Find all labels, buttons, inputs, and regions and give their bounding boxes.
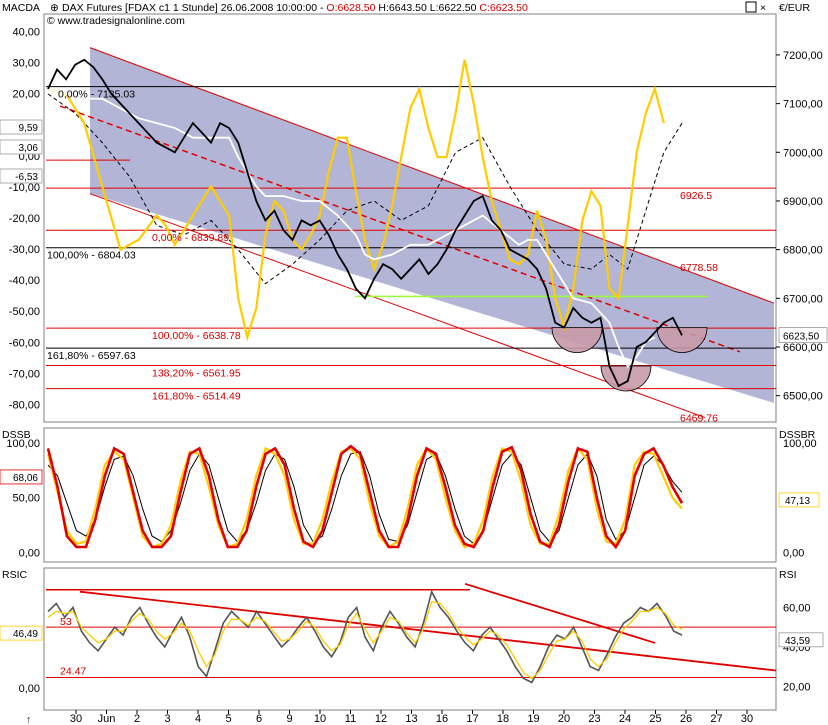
x-tick-label: 18	[497, 713, 509, 725]
fib-label: 100,00% - 6638.78	[152, 330, 241, 342]
left-tick-label: 40,00	[12, 27, 40, 39]
right-tick-label: 6900,00	[783, 196, 823, 208]
x-tick-label: 4	[195, 713, 201, 725]
x-tick-label: 30	[70, 713, 82, 725]
x-tick-label: 6	[256, 713, 262, 725]
fib-label: 100,00% - 6804.03	[47, 250, 136, 262]
right-tick-label: 7000,00	[783, 147, 823, 159]
indicator-label: MACDA	[2, 2, 40, 14]
left-tick-label: -50,00	[9, 306, 40, 318]
x-tick-label: 16	[436, 713, 448, 725]
ohlc-open: O:6628.50	[326, 2, 375, 14]
left-tick-label: 20,00	[12, 89, 40, 101]
dssb-left-badge-text: 68,06	[13, 473, 38, 484]
dssb-right-tick: 100,00	[783, 438, 817, 450]
source-text: © www.tradesignalonline.com	[47, 15, 185, 27]
x-tick-label: 3	[164, 713, 170, 725]
rsi-left-tick: 0,00	[19, 683, 40, 695]
right-tick-label: 6700,00	[783, 293, 823, 305]
close-icon[interactable]: ×	[760, 2, 766, 14]
rsi-level-label: 24.47	[60, 665, 86, 677]
x-tick-label: 23	[588, 713, 600, 725]
left-tick-label: -10,00	[9, 182, 40, 194]
chart-title: ⊕ DAX Futures [FDAX c1 1 Stunde] 26.06.2…	[50, 2, 528, 14]
title-text: DAX Futures [FDAX c1 1 Stunde] 26.06.200…	[62, 2, 326, 14]
ohlc-high-low: H:6643.50 L:6622.50	[375, 2, 479, 14]
dssb-right-tick: 0,00	[783, 548, 804, 560]
level-label: 6469.76	[680, 412, 718, 424]
dssb-left-tick: 100,00	[6, 438, 40, 450]
x-tick-label: 10	[314, 713, 326, 725]
title-icon: ⊕	[50, 2, 59, 14]
rsi-level-label: 53	[60, 616, 72, 628]
value-badge-text: -6,53	[15, 172, 38, 183]
left-tick-label: -30,00	[9, 244, 40, 256]
x-tick-label: 9	[286, 713, 292, 725]
level-label: 6778.58	[680, 262, 718, 274]
window-buttons[interactable]: ×	[745, 1, 766, 14]
x-tick-label: 27	[710, 713, 722, 725]
x-tick-label: 26	[680, 713, 692, 725]
ohlc-close: C:6623.50	[479, 2, 528, 14]
left-tick-label: 30,00	[12, 58, 40, 70]
currency-label: €/EUR	[779, 2, 810, 14]
right-tick-label: 7100,00	[783, 99, 823, 111]
fib-label: 0,00% - 7135.03	[58, 89, 135, 101]
right-tick-label: 7200,00	[783, 50, 823, 62]
fib-label: 0,00% - 6839.89	[152, 232, 229, 244]
x-tick-label: Jun	[98, 713, 116, 725]
x-tick-label: 17	[466, 713, 478, 725]
rsi-left-badge-text: 46,49	[13, 629, 38, 640]
x-tick-label: 20	[558, 713, 570, 725]
right-tick-label: 6800,00	[783, 245, 823, 257]
x-tick-label: 19	[527, 713, 539, 725]
rsic-label: RSIC	[2, 569, 28, 581]
dssb-left-tick: 0,00	[19, 548, 40, 560]
dssb-left-tick: 50,00	[12, 493, 40, 505]
chart-canvas: MACDA ⊕ DAX Futures [FDAX c1 1 Stunde] 2…	[0, 1, 828, 725]
fib-label: 138,20% - 6561.95	[152, 368, 241, 380]
x-tick-label: 5	[225, 713, 231, 725]
left-tick-label: -40,00	[9, 275, 40, 287]
fib-label: 161,80% - 6514.49	[152, 391, 241, 403]
value-badge-text: 9,59	[19, 123, 39, 134]
left-tick-label: -20,00	[9, 213, 40, 225]
x-tick-label: 13	[405, 713, 417, 725]
up-arrow-icon[interactable]: ↑	[26, 714, 31, 725]
title-main: DAX Futures [FDAX c1 1 Stunde] 26.06.200…	[62, 2, 528, 14]
rsi-right-tick: 20,00	[783, 681, 811, 693]
rsi-right-tick: 60,00	[783, 602, 811, 614]
price-badge-text: 6623,50	[783, 332, 820, 343]
fib-label: 161,80% - 6597.63	[47, 350, 136, 362]
left-tick-label: -70,00	[9, 368, 40, 380]
x-tick-label: 30	[741, 713, 753, 725]
dssb-right-badge-text: 47,13	[785, 496, 810, 507]
x-tick-label: 11	[345, 713, 356, 725]
level-label: 6926.5	[680, 190, 712, 202]
rsi-label: RSI	[779, 569, 797, 581]
maximize-icon[interactable]	[745, 1, 757, 13]
left-tick-label: -60,00	[9, 337, 40, 349]
x-tick-label: 25	[649, 713, 661, 725]
value-badge-text: 3,06	[19, 143, 39, 154]
x-tick-label: 12	[375, 713, 387, 725]
x-tick-label: 24	[619, 713, 631, 725]
right-tick-label: 6500,00	[783, 391, 823, 403]
right-tick-label: 6600,00	[783, 342, 823, 354]
left-tick-label: -80,00	[9, 399, 40, 411]
rsi-right-badge-text: 43,59	[785, 636, 810, 647]
x-tick-label: 2	[134, 713, 140, 725]
